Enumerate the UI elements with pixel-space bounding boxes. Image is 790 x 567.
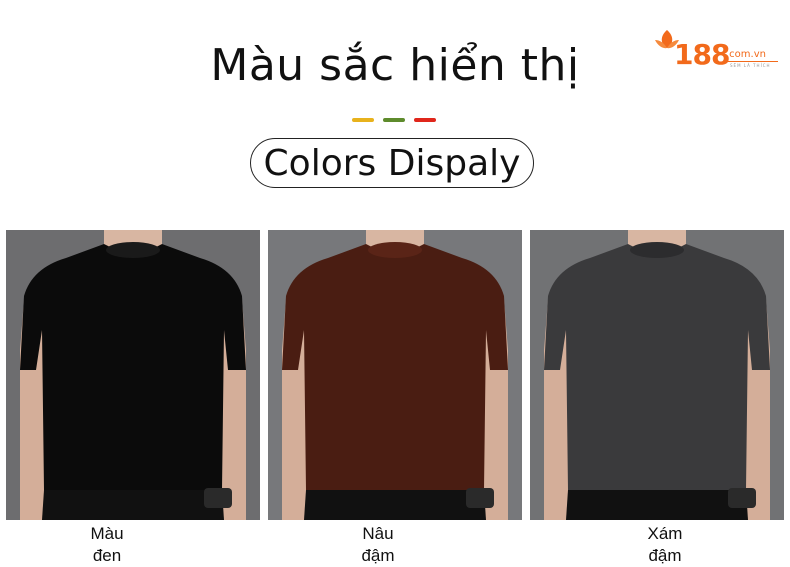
caption-gray: Xám đậm <box>565 523 765 567</box>
dash-red <box>414 118 436 122</box>
product-photo-brown <box>268 230 522 520</box>
subtitle-pill: Colors Dispaly <box>250 138 534 188</box>
caption-brown: Nâu đậm <box>278 523 478 567</box>
caption-gray-line1: Xám <box>647 524 683 543</box>
caption-brown-line1: Nâu <box>362 524 394 543</box>
dash-yellow <box>352 118 374 122</box>
logo-underline <box>726 61 778 62</box>
product-photo-gray <box>530 230 784 520</box>
brand-logo: 188 .com.vn SẼM LÀ THÍCH <box>652 24 782 72</box>
caption-black-line1: Màu <box>90 524 124 543</box>
color-dashes <box>352 118 436 122</box>
caption-black: Màu đen <box>7 523 207 567</box>
shirt-body <box>544 244 770 490</box>
shirt-body <box>282 244 508 490</box>
logo-tagline: SẼM LÀ THÍCH <box>730 63 771 68</box>
logo-number: 188 <box>674 38 730 71</box>
product-photo-black <box>6 230 260 520</box>
shirt-body <box>20 244 246 490</box>
dash-green <box>383 118 405 122</box>
logo-domain: .com.vn <box>726 49 766 60</box>
